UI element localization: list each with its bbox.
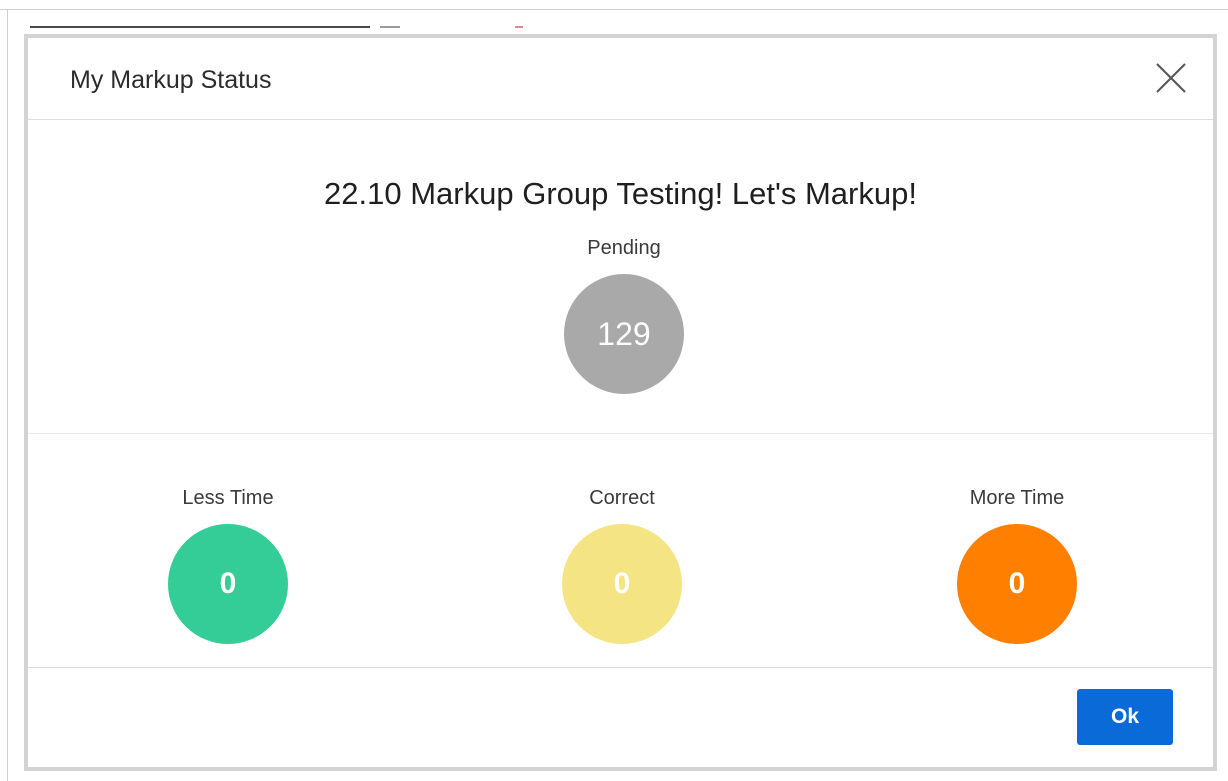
background-underline: [515, 26, 523, 28]
background-underline: [30, 26, 370, 28]
frame-left-border: [7, 9, 8, 781]
less-time-stat: Less Time 0: [138, 487, 318, 644]
pending-count-circle: 129: [564, 274, 684, 394]
modal-header: My Markup Status: [28, 38, 1213, 120]
page: My Markup Status 22.10 Markup Group Test…: [0, 0, 1228, 781]
more-time-stat: More Time 0: [927, 487, 1107, 644]
correct-count-circle: 0: [562, 524, 682, 644]
markup-group-heading: 22.10 Markup Group Testing! Let's Markup…: [324, 176, 917, 211]
markup-status-modal: My Markup Status 22.10 Markup Group Test…: [24, 34, 1217, 771]
pending-section: 22.10 Markup Group Testing! Let's Markup…: [28, 120, 1213, 434]
pending-label: Pending: [587, 237, 661, 259]
more-time-label: More Time: [969, 487, 1065, 509]
ok-button[interactable]: Ok: [1077, 689, 1173, 745]
correct-label: Correct: [589, 487, 655, 509]
less-time-count-circle: 0: [168, 524, 288, 644]
less-time-label: Less Time: [182, 487, 274, 509]
modal-title: My Markup Status: [70, 66, 272, 94]
correct-stat: Correct 0: [532, 487, 712, 644]
close-button[interactable]: [1151, 58, 1191, 98]
metrics-section: Less Time 0 Correct 0 More Time 0: [28, 434, 1213, 668]
more-time-count-circle: 0: [957, 524, 1077, 644]
background-underline: [380, 26, 400, 28]
pending-stat: Pending 129: [534, 237, 714, 394]
close-icon: [1156, 63, 1186, 93]
frame-top-border: [0, 9, 1228, 10]
